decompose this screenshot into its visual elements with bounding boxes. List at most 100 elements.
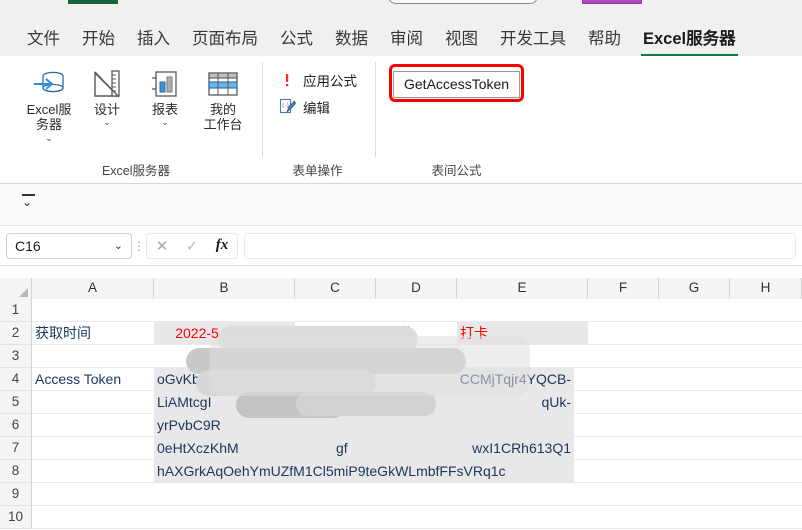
row-header-10[interactable]: 10 <box>0 506 32 529</box>
table-row: 1 <box>0 299 802 322</box>
ribbon-button-apply-formula[interactable]: 应用公式 <box>274 66 361 93</box>
token-line-2[interactable]: LiAMtcgI qUk- <box>154 391 574 414</box>
ribbon-group-label-form-actions: 表单操作 <box>292 164 343 178</box>
row-cells: 获取时间 2022-5-20 13:32 分类 打卡 <box>32 322 802 345</box>
column-header-d[interactable]: D <box>376 278 457 299</box>
qat-search-pill[interactable] <box>388 0 538 4</box>
tab-review[interactable]: 审阅 <box>379 22 434 53</box>
table-row: 4 Access Token oGvKbRWvk CCMjTqjr4YQCB- <box>0 368 802 391</box>
row-header-1[interactable]: 1 <box>0 299 32 322</box>
name-box[interactable]: C16 ⌄ <box>6 232 132 259</box>
column-header-c[interactable]: C <box>295 278 376 299</box>
token-fragment-left: 0eHtXczKhM <box>157 440 239 456</box>
chevron-down-icon[interactable]: ⌄ <box>22 196 32 208</box>
ribbon-button-report[interactable]: 报表 ⌄ <box>136 62 194 127</box>
row-header-2[interactable]: 2 <box>0 322 32 345</box>
row-header-9[interactable]: 9 <box>0 483 32 506</box>
cancel-icon[interactable]: ✕ <box>156 237 169 255</box>
cell-d2[interactable]: 分类 <box>381 322 457 345</box>
formula-input[interactable] <box>244 232 796 259</box>
tab-view[interactable]: 视图 <box>434 22 489 53</box>
tab-excel-server[interactable]: Excel服务器 <box>632 22 747 57</box>
ribbon-button-label: Excel服 务器 <box>26 102 72 133</box>
grid-rows: 1 2 获取时间 2022-5-20 13:32 分类 打卡 3 4 Acces… <box>0 299 802 529</box>
row-header-4[interactable]: 4 <box>0 368 32 391</box>
table-grid-icon <box>206 66 240 102</box>
ribbon-group-label-excel-server: Excel服务器 <box>101 164 171 178</box>
select-all-corner[interactable] <box>0 278 32 299</box>
column-header-f[interactable]: F <box>588 278 659 299</box>
chevron-down-icon[interactable]: ⌄ <box>114 239 123 252</box>
cell-b2[interactable]: 2022-5-20 13:32 <box>154 322 295 345</box>
exclamation-icon <box>278 71 296 89</box>
row-header-5[interactable]: 5 <box>0 391 32 414</box>
tab-file[interactable]: 文件 <box>16 22 71 53</box>
chevron-down-icon[interactable]: ⌄ <box>45 133 53 143</box>
tab-home[interactable]: 开始 <box>71 22 126 53</box>
table-row: 3 <box>0 345 802 368</box>
row-cells[interactable] <box>32 345 802 368</box>
table-row: 7 0eHtXczKhM gf wxI1CRh613Q1 <box>0 437 802 460</box>
row-header-8[interactable]: 8 <box>0 460 32 483</box>
chevron-down-icon[interactable]: ⌄ <box>161 118 169 127</box>
ribbon-button-my-workbench[interactable]: 我的 工作台 <box>194 62 252 133</box>
token-fragment-left: oGvKbRWvk <box>157 371 237 387</box>
row-cells: LiAMtcgI qUk- <box>32 391 802 414</box>
ribbon-group-form-actions: 应用公式 (-) 编辑 表单操作 <box>262 56 375 183</box>
ribbon-button-excel-server[interactable]: Excel服 务器 ⌄ <box>20 62 78 143</box>
table-row: 2 获取时间 2022-5-20 13:32 分类 打卡 <box>0 322 802 345</box>
chevron-down-icon[interactable]: ⌄ <box>103 118 111 127</box>
ribbon-group-cross-sheet-formula: GetAccessToken 表间公式 <box>375 56 540 183</box>
cell-a4[interactable]: Access Token <box>32 368 154 391</box>
token-fragment-right: wxI1CRh613Q1 <box>472 440 571 456</box>
ribbon-button-edit[interactable]: (-) 编辑 <box>274 93 334 120</box>
row-header-3[interactable]: 3 <box>0 345 32 368</box>
qat-purple-chip[interactable] <box>582 0 642 4</box>
cell-e2[interactable]: 打卡 <box>457 322 588 345</box>
spreadsheet-grid: A B C D E F G H 1 2 获取时间 2022-5-20 13:32… <box>0 266 802 530</box>
ribbon-group-excel-server: Excel服 务器 ⌄ 设计 ⌄ 报表 ⌄ 我的 工作台 Excel服务器 <box>8 56 262 183</box>
get-access-token-button[interactable]: GetAccessToken <box>393 71 521 98</box>
cell-a2[interactable]: 获取时间 <box>32 322 154 345</box>
qat-green-chip[interactable] <box>68 0 118 4</box>
row-cells[interactable] <box>32 299 802 322</box>
tab-insert[interactable]: 插入 <box>126 22 181 53</box>
tab-data[interactable]: 数据 <box>324 22 379 53</box>
table-row: 10 <box>0 506 802 529</box>
token-fragment-left: yrPvbC9R <box>157 417 221 433</box>
cell-b4-token-line-1[interactable]: oGvKbRWvk CCMjTqjr4YQCB- <box>154 368 574 391</box>
token-line-4[interactable]: 0eHtXczKhM gf wxI1CRh613Q1 <box>154 437 574 460</box>
row-header-6[interactable]: 6 <box>0 414 32 437</box>
table-row: 5 LiAMtcgI qUk- <box>0 391 802 414</box>
tab-developer[interactable]: 开发工具 <box>489 22 577 53</box>
row-cells: Access Token oGvKbRWvk CCMjTqjr4YQCB- <box>32 368 802 391</box>
token-fragment-left: LiAMtcgI <box>157 394 212 410</box>
ribbon-button-label: 应用公式 <box>303 73 357 89</box>
column-header-e[interactable]: E <box>457 278 588 299</box>
table-row: 8 hAXGrkAqOehYmUZfM1Cl5miP9teGkWLmbfFFsV… <box>0 460 802 483</box>
column-header-b[interactable]: B <box>154 278 295 299</box>
token-fragment-mid: gf <box>336 440 348 456</box>
token-line-3[interactable]: yrPvbC9R <box>154 414 574 437</box>
ribbon-button-label: 我的 工作台 <box>203 102 243 133</box>
row-cells[interactable] <box>32 483 802 506</box>
tab-help[interactable]: 帮助 <box>577 22 632 53</box>
column-header-g[interactable]: G <box>659 278 730 299</box>
row-cells[interactable] <box>32 506 802 529</box>
ribbon-collapse-strip: ⌄ <box>0 184 802 226</box>
ribbon-button-design[interactable]: 设计 ⌄ <box>78 62 136 127</box>
row-cells: 0eHtXczKhM gf wxI1CRh613Q1 <box>32 437 802 460</box>
token-line-5[interactable]: hAXGrkAqOehYmUZfM1Cl5miP9teGkWLmbfFFsVRq… <box>154 460 574 483</box>
fx-icon[interactable]: fx <box>216 237 229 254</box>
formula-bar-actions: ✕ ✓ fx <box>146 232 238 259</box>
formula-bar-grip[interactable]: · · · <box>132 235 146 256</box>
svg-text:(-): (-) <box>282 103 289 110</box>
row-header-7[interactable]: 7 <box>0 437 32 460</box>
token-fragment-left: hAXGrkAqOehYmUZfM1Cl5miP9teGkWLmbfFFsVRq… <box>157 463 506 479</box>
column-header-a[interactable]: A <box>32 278 154 299</box>
column-header-h[interactable]: H <box>730 278 802 299</box>
tab-formulas[interactable]: 公式 <box>269 22 324 53</box>
confirm-icon[interactable]: ✓ <box>186 237 199 255</box>
row-cells: hAXGrkAqOehYmUZfM1Cl5miP9teGkWLmbfFFsVRq… <box>32 460 802 483</box>
tab-page-layout[interactable]: 页面布局 <box>181 22 269 53</box>
